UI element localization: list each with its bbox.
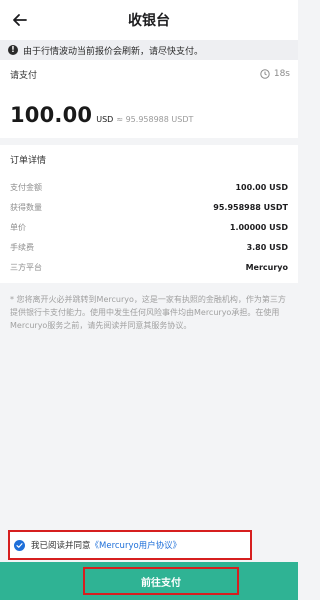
arrow-left-icon[interactable] bbox=[10, 10, 30, 30]
amount-row: 100.00 USD ≈ 95.958988 USDT bbox=[0, 88, 298, 138]
detail-label: 手续费 bbox=[10, 242, 34, 252]
agreement-text: 我已阅读并同意 bbox=[31, 541, 91, 551]
payment-label: 请支付 bbox=[10, 70, 38, 81]
countdown-timer: 18s bbox=[260, 69, 290, 79]
detail-value: 3.80 USD bbox=[246, 242, 288, 252]
detail-label: 单价 bbox=[10, 222, 26, 232]
detail-value: 100.00 USD bbox=[235, 182, 288, 192]
detail-row-platform: 三方平台 Mercuryo bbox=[0, 257, 298, 277]
detail-row-payment-amount: 支付金额 100.00 USD bbox=[0, 177, 298, 197]
amount-currency: USD bbox=[96, 115, 114, 124]
clock-icon bbox=[260, 69, 270, 79]
amount-value: 100.00 bbox=[10, 103, 93, 127]
notice-banner: ! 由于行情波动当前报价会刷新，请尽快支付。 bbox=[0, 40, 298, 60]
countdown-value: 18s bbox=[273, 69, 290, 79]
order-details: 支付金额 100.00 USD 获得数量 95.958988 USDT 单价 1… bbox=[0, 173, 298, 283]
top-bar: 收银台 bbox=[0, 0, 298, 40]
section-divider bbox=[0, 138, 298, 145]
detail-value: 95.958988 USDT bbox=[213, 202, 288, 212]
proceed-payment-button[interactable]: 前往支付 bbox=[83, 567, 239, 595]
detail-value: 1.00000 USD bbox=[229, 222, 288, 232]
detail-label: 获得数量 bbox=[10, 202, 42, 212]
agreement-link[interactable]: 《Mercuryo用户协议》 bbox=[91, 539, 182, 551]
detail-value: Mercuryo bbox=[245, 262, 288, 272]
detail-row-fee: 手续费 3.80 USD bbox=[0, 237, 298, 257]
payment-card: 请支付 18s 100.00 USD ≈ 95.958988 USDT bbox=[0, 60, 298, 138]
payment-header: 请支付 18s bbox=[0, 60, 298, 88]
exclamation-icon: ! bbox=[8, 45, 18, 55]
disclaimer-text: * 您将离开火必并跳转到Mercuryo，这是一家有执照的金融机构，作为第三方提… bbox=[10, 295, 286, 330]
order-details-title: 订单详情 bbox=[0, 145, 298, 173]
detail-row-received-quantity: 获得数量 95.958988 USDT bbox=[0, 197, 298, 217]
detail-label: 支付金额 bbox=[10, 182, 42, 192]
detail-row-unit-price: 单价 1.00000 USD bbox=[0, 217, 298, 237]
notice-text: 由于行情波动当前报价会刷新，请尽快支付。 bbox=[23, 46, 204, 57]
detail-label: 三方平台 bbox=[10, 262, 42, 272]
footer-bar: 前往支付 bbox=[0, 562, 298, 600]
check-circle-icon[interactable] bbox=[14, 539, 25, 551]
amount-equivalent: ≈ 95.958988 USDT bbox=[116, 115, 194, 124]
agreement-row[interactable]: 我已阅读并同意 《Mercuryo用户协议》 bbox=[8, 530, 252, 560]
page-title: 收银台 bbox=[128, 13, 170, 29]
